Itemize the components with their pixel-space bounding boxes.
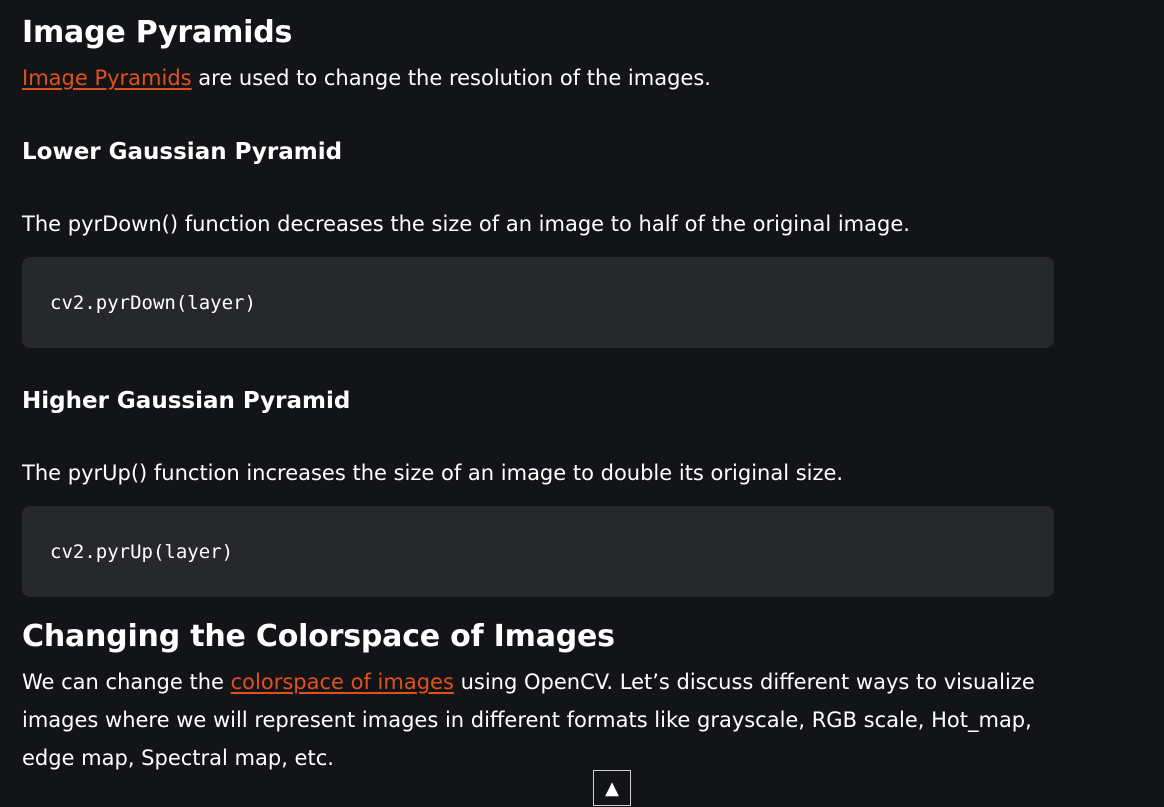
code-block-pyrdown: cv2.pyrDown(layer) [22,257,1054,348]
code-pyrdown: cv2.pyrDown(layer) [50,291,256,314]
pyramids-intro: Image Pyramids are used to change the re… [22,59,711,97]
colorspace-text-before: We can change the [22,670,231,694]
arrow-up-icon: ▲ [605,778,619,799]
heading-image-pyramids: Image Pyramids [22,15,293,50]
pyramids-intro-text: are used to change the resolution of the… [191,66,711,90]
colorspace-paragraph: We can change the colorspace of images u… [22,663,1042,777]
lower-pyramid-description: The pyrDown() function decreases the siz… [22,212,910,236]
heading-higher-gaussian-pyramid: Higher Gaussian Pyramid [22,388,351,414]
higher-pyramid-description: The pyrUp() function increases the size … [22,461,844,485]
code-pyrup: cv2.pyrUp(layer) [50,540,234,563]
heading-changing-colorspace: Changing the Colorspace of Images [22,619,615,654]
colorspace-of-images-link[interactable]: colorspace of images [231,670,454,694]
heading-lower-gaussian-pyramid: Lower Gaussian Pyramid [22,139,343,165]
image-pyramids-link[interactable]: Image Pyramids [22,66,192,90]
code-block-pyrup: cv2.pyrUp(layer) [22,506,1054,597]
